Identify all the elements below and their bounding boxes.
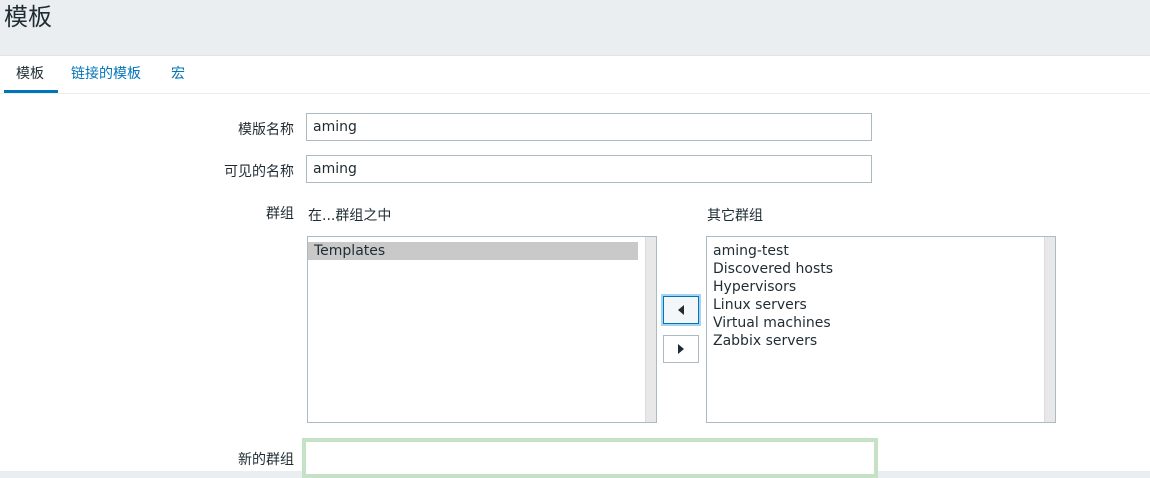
tab-linked-templates[interactable]: 链接的模板 — [71, 64, 141, 92]
move-right-button[interactable] — [663, 335, 699, 363]
visible-name-label: 可见的名称 — [224, 164, 294, 180]
in-groups-scrollbar[interactable] — [645, 237, 656, 422]
other-groups-label: 其它群组 — [707, 208, 763, 224]
list-item[interactable]: Discovered hosts — [707, 260, 1037, 278]
in-groups-listbox[interactable]: Templates — [307, 236, 657, 423]
move-left-button[interactable] — [663, 296, 699, 324]
other-groups-scrollbar[interactable] — [1044, 237, 1055, 422]
groups-label: 群组 — [266, 206, 294, 222]
list-item[interactable]: Hypervisors — [707, 278, 1037, 296]
tab-bar: 模板 链接的模板 宏 — [0, 56, 1150, 94]
tab-template[interactable]: 模板 — [16, 64, 44, 92]
new-group-label: 新的群组 — [238, 452, 294, 468]
in-groups-label: 在...群组之中 — [308, 208, 392, 224]
active-tab-indicator — [4, 90, 58, 93]
list-item[interactable]: aming-test — [707, 242, 1037, 260]
triangle-right-icon — [678, 344, 684, 354]
triangle-left-icon — [678, 305, 684, 315]
visible-name-input[interactable] — [306, 155, 872, 183]
page-title: 模板 — [4, 3, 52, 31]
list-item[interactable]: Templates — [308, 242, 638, 260]
other-groups-listbox[interactable]: aming-test Discovered hosts Hypervisors … — [706, 236, 1056, 423]
list-item[interactable]: Linux servers — [707, 296, 1037, 314]
form-panel: 模板 链接的模板 宏 模版名称 可见的名称 群组 在...群组之中 其它群组 T… — [0, 55, 1150, 478]
new-group-input[interactable] — [302, 438, 878, 478]
template-name-input[interactable] — [306, 113, 872, 141]
tab-macros[interactable]: 宏 — [171, 64, 185, 92]
list-item[interactable]: Virtual machines — [707, 314, 1037, 332]
page-header: 模板 — [0, 0, 1150, 41]
template-name-label: 模版名称 — [238, 122, 294, 138]
list-item[interactable]: Zabbix servers — [707, 332, 1037, 350]
